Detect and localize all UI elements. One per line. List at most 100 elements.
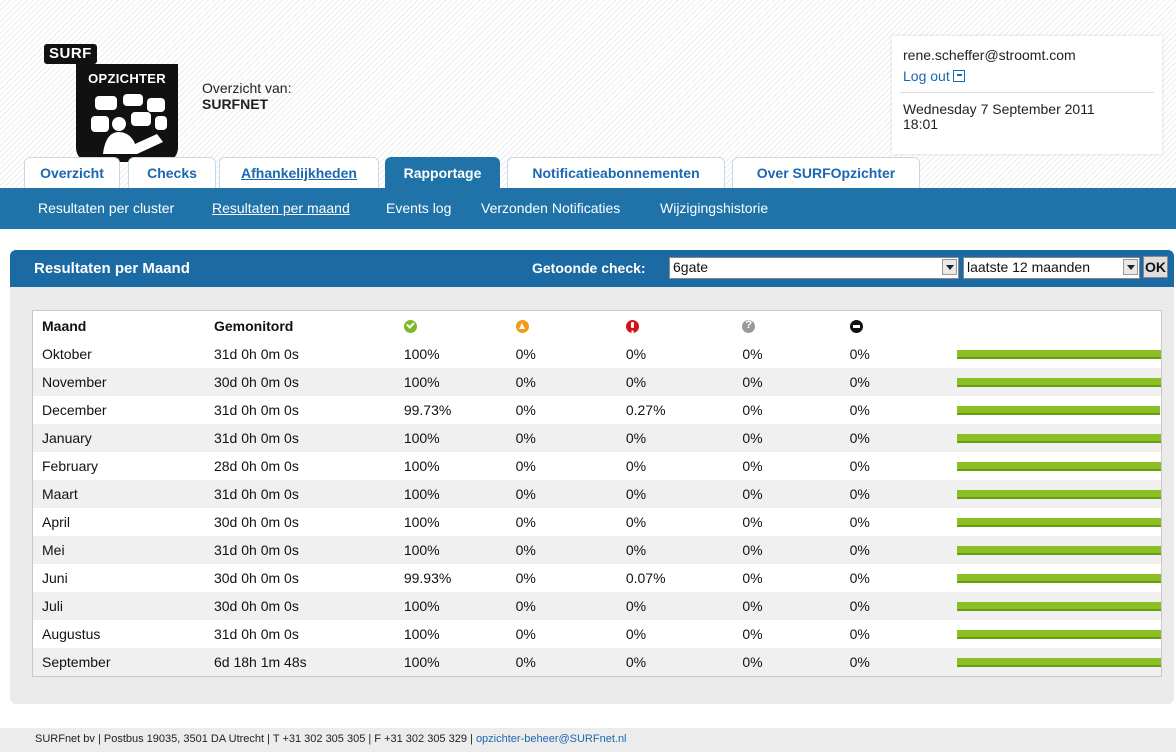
row-ok-percent: 100% bbox=[403, 368, 516, 396]
check-select-value: 6gate bbox=[673, 259, 709, 275]
table-row: January 31d 0h 0m 0s 100% 0% 0% 0% 0% bbox=[32, 424, 1162, 452]
row-month: April bbox=[42, 514, 71, 530]
chevron-down-icon[interactable] bbox=[942, 259, 957, 275]
row-month: September bbox=[32, 648, 214, 677]
row-monitored: 31d 0h 0m 0s bbox=[213, 402, 299, 418]
row-ok-percent: 100% bbox=[403, 458, 440, 474]
row-month: Augustus bbox=[42, 626, 101, 642]
surfopzichter-logo[interactable]: SURF OPZICHTER bbox=[22, 22, 178, 162]
subnav-wijzigingshistorie[interactable]: Wijzigingshistorie bbox=[660, 200, 768, 216]
row-down-percent: 0% bbox=[849, 480, 956, 508]
results-table: Maand Gemonitord Oktober 31d 0h 0m 0s 100%… bbox=[32, 310, 1162, 677]
column-header-gemonitord[interactable]: Gemonitord bbox=[214, 311, 404, 341]
row-down-percent: 0% bbox=[849, 514, 870, 530]
check-select-label: Getoonde check: bbox=[532, 260, 646, 276]
row-critical-percent: 0% bbox=[625, 368, 743, 396]
row-uptime-bar-cell bbox=[956, 564, 1162, 592]
period-select[interactable]: laatste 12 maanden bbox=[963, 257, 1140, 279]
row-ok-percent: 100% bbox=[403, 648, 516, 677]
uptime-bar bbox=[957, 349, 1161, 359]
logout-icon[interactable] bbox=[952, 70, 965, 82]
uptime-bar bbox=[957, 489, 1161, 499]
footer-email-link[interactable]: opzichter-beheer@SURFnet.nl bbox=[476, 733, 627, 745]
row-ok-percent: 100% bbox=[403, 424, 516, 452]
ok-icon bbox=[403, 319, 417, 333]
tab-checks[interactable]: Checks bbox=[128, 157, 216, 188]
uptime-bar bbox=[957, 629, 1161, 639]
chevron-down-icon[interactable] bbox=[1123, 259, 1138, 275]
row-unknown-percent: 0% bbox=[742, 536, 850, 564]
column-header-bar bbox=[956, 311, 1162, 341]
unknown-icon bbox=[742, 319, 756, 333]
row-critical-percent: 0% bbox=[625, 458, 647, 474]
row-month: Oktober bbox=[42, 346, 92, 362]
table-row: November 30d 0h 0m 0s 100% 0% 0% 0% 0% bbox=[32, 368, 1162, 396]
table-row: Augustus 31d 0h 0m 0s 100% 0% 0% 0% 0% bbox=[33, 620, 1162, 648]
down-icon bbox=[849, 319, 863, 333]
tab-overzicht[interactable]: Overzicht bbox=[24, 157, 120, 188]
row-month: Juni bbox=[42, 570, 68, 586]
overview-label: Overzicht van: bbox=[202, 80, 292, 96]
row-critical-percent: 0% bbox=[625, 346, 647, 362]
row-down-percent: 0% bbox=[849, 402, 870, 418]
panel-title: Resultaten per Maand bbox=[34, 260, 190, 277]
row-unknown-percent: 0% bbox=[742, 626, 763, 642]
row-warning-percent: 0% bbox=[515, 402, 536, 418]
uptime-bar bbox=[957, 377, 1161, 387]
current-datetime: Wednesday 7 September 2011 18:01 bbox=[903, 102, 1143, 132]
tab-rapportage[interactable]: Rapportage bbox=[385, 157, 500, 189]
row-unknown-percent: 0% bbox=[742, 346, 763, 362]
row-down-percent: 0% bbox=[849, 648, 956, 677]
column-header-maand[interactable]: Maand bbox=[33, 311, 214, 341]
row-month: Mei bbox=[32, 536, 214, 564]
observer-logo-icon bbox=[91, 94, 167, 154]
logout-label[interactable]: Log out bbox=[903, 68, 950, 84]
row-warning-percent: 0% bbox=[515, 570, 536, 586]
row-ok-percent: 100% bbox=[403, 346, 440, 362]
subnav-resultaten-per-maand[interactable]: Resultaten per maand bbox=[212, 200, 350, 216]
row-critical-percent: 0% bbox=[625, 648, 743, 677]
row-month: December bbox=[42, 402, 107, 418]
row-uptime-bar-cell bbox=[956, 648, 1162, 677]
row-warning-percent: 0% bbox=[515, 514, 536, 530]
subnav-events-log[interactable]: Events log bbox=[386, 200, 451, 216]
results-table-body: Oktober 31d 0h 0m 0s 100% 0% 0% 0% 0% November 3… bbox=[32, 340, 1162, 677]
uptime-bar bbox=[957, 573, 1161, 583]
user-email: rene.scheffer@stroomt.com bbox=[903, 47, 1076, 63]
row-month: February bbox=[42, 458, 99, 474]
row-down-percent: 0% bbox=[849, 424, 956, 452]
ok-button[interactable]: OK bbox=[1143, 256, 1168, 278]
row-down-percent: 0% bbox=[849, 626, 870, 642]
row-month: Juli bbox=[32, 592, 214, 620]
uptime-bar bbox=[957, 545, 1161, 555]
row-critical-percent: 0% bbox=[625, 536, 743, 564]
row-critical-percent: 0% bbox=[625, 626, 647, 642]
footer-text: SURFnet bv | Postbus 19035, 3501 DA Utre… bbox=[35, 733, 627, 745]
row-ok-percent: 99.93% bbox=[403, 570, 452, 586]
row-down-percent: 0% bbox=[849, 570, 870, 586]
check-select[interactable]: 6gate bbox=[669, 257, 959, 279]
subnav-resultaten-per-cluster[interactable]: Resultaten per cluster bbox=[38, 200, 174, 216]
row-warning-percent: 0% bbox=[515, 536, 626, 564]
row-critical-percent: 0% bbox=[625, 424, 743, 452]
footer: SURFnet bv | Postbus 19035, 3501 DA Utre… bbox=[0, 728, 1176, 752]
row-warning-percent: 0% bbox=[515, 480, 626, 508]
subnav-verzonden-notificaties[interactable]: Verzonden Notificaties bbox=[481, 200, 620, 216]
tab-notificatieabonnementen[interactable]: Notificatieabonnementen bbox=[507, 157, 725, 188]
row-monitored: 31d 0h 0m 0s bbox=[213, 346, 299, 362]
tab-afhankelijkheden[interactable]: Afhankelijkheden bbox=[219, 157, 379, 188]
table-row: Maart 31d 0h 0m 0s 100% 0% 0% 0% 0% bbox=[32, 480, 1162, 508]
row-ok-percent: 100% bbox=[403, 626, 440, 642]
current-time: 18:01 bbox=[903, 116, 939, 132]
row-down-percent: 0% bbox=[849, 368, 956, 396]
row-ok-percent: 100% bbox=[403, 592, 516, 620]
tab-over-surfopzichter[interactable]: Over SURFOpzichter bbox=[732, 157, 920, 188]
row-unknown-percent: 0% bbox=[742, 480, 850, 508]
row-monitored: 6d 18h 1m 48s bbox=[213, 648, 404, 677]
row-critical-percent: 0.07% bbox=[625, 570, 666, 586]
row-uptime-bar-cell bbox=[956, 480, 1162, 508]
row-warning-percent: 0% bbox=[515, 346, 536, 362]
critical-icon bbox=[625, 319, 639, 333]
row-unknown-percent: 0% bbox=[742, 648, 850, 677]
logout-link[interactable]: Log out bbox=[903, 68, 965, 84]
